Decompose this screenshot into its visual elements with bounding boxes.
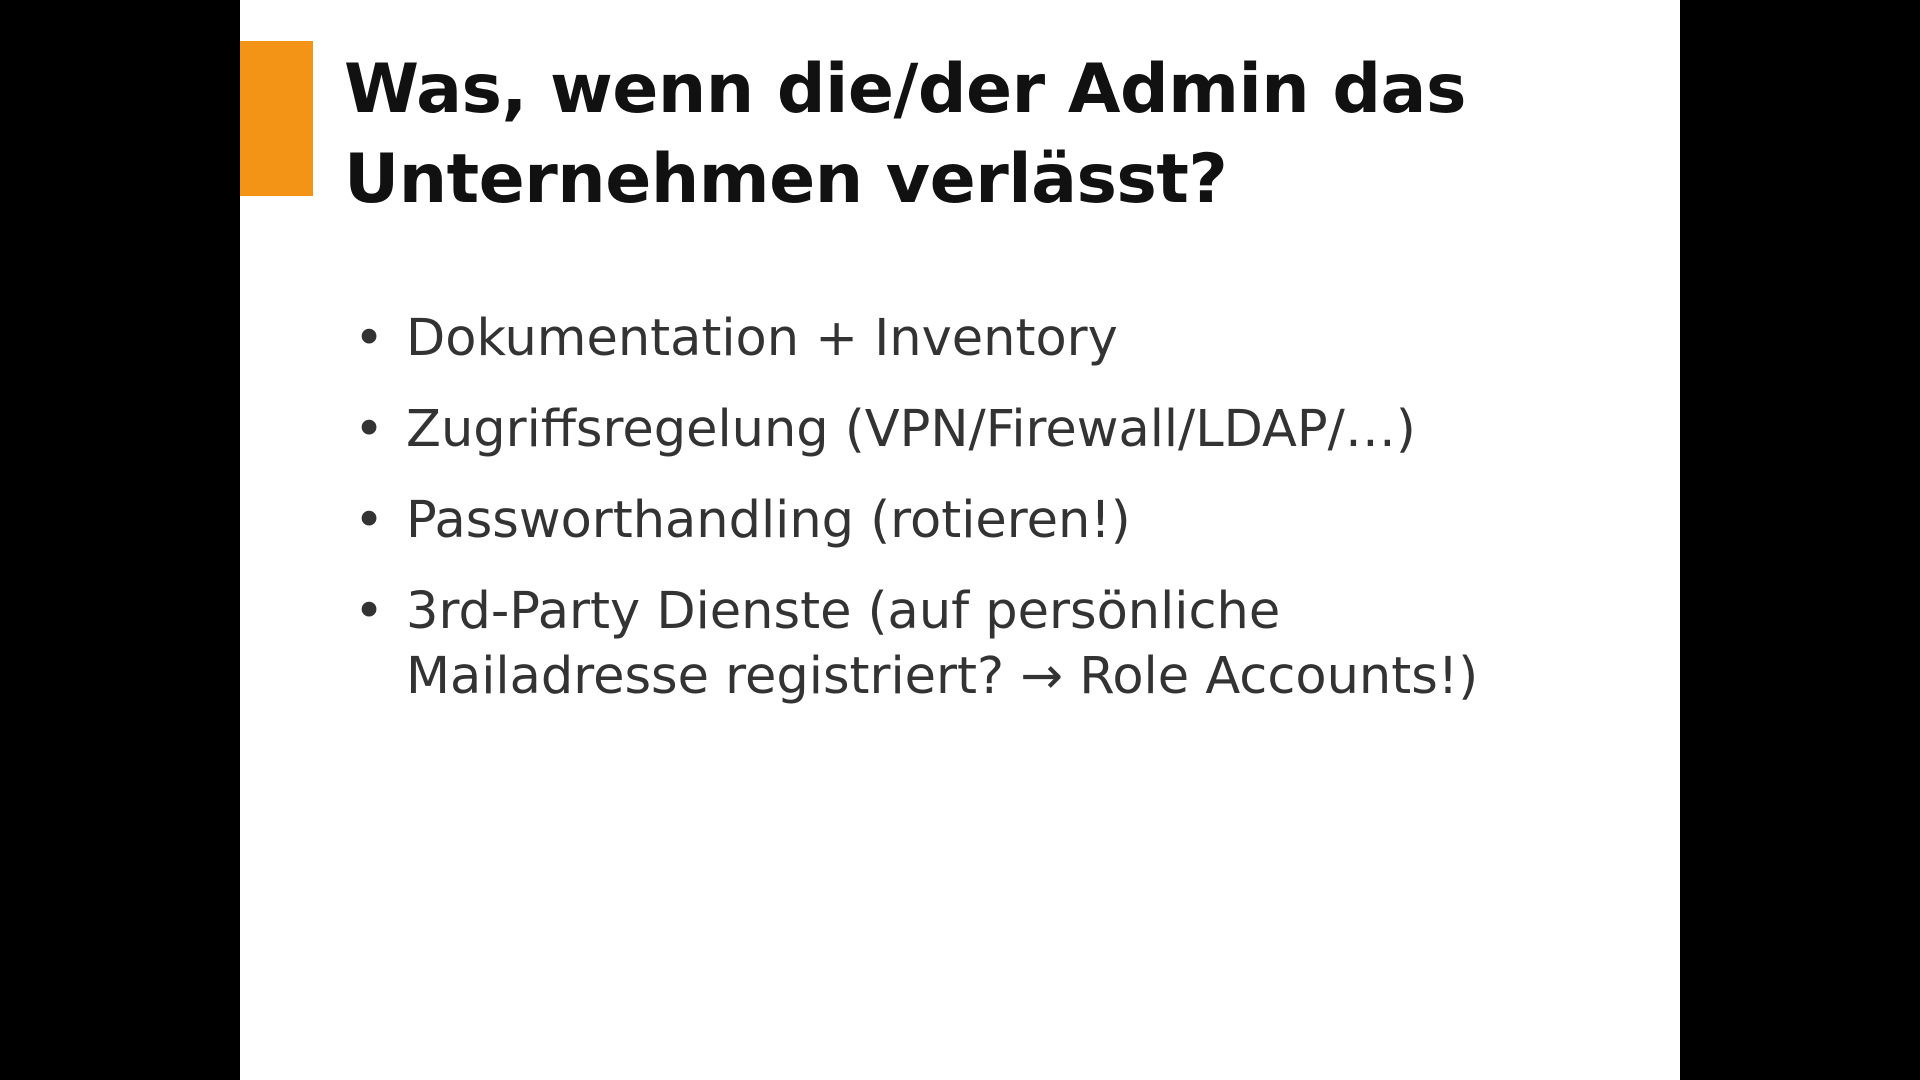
bullet-text: Zugriffsregelung (VPN/Firewall/LDAP/…) <box>406 397 1654 462</box>
bullet-item-password-handling: • Passworthandling (rotieren!) <box>354 488 1654 553</box>
bullet-dot-icon: • <box>354 491 385 550</box>
bullet-text: Dokumentation + Inventory <box>406 306 1654 371</box>
bullet-text: Passworthandling (rotieren!) <box>406 488 1654 553</box>
video-frame: Was, wenn die/der Admin das Unternehmen … <box>0 0 1920 1080</box>
bullet-item-documentation: • Dokumentation + Inventory <box>354 306 1654 371</box>
bullet-item-third-party-services: • 3rd-Party Dienste (auf persönliche Mai… <box>354 579 1654 709</box>
bullet-dot-icon: • <box>354 400 385 459</box>
accent-bar <box>240 41 313 196</box>
bullet-text-line: 3rd-Party Dienste (auf persönliche <box>406 582 1281 641</box>
bullet-text-line: Passworthandling (rotieren!) <box>406 491 1131 550</box>
slide-title: Was, wenn die/der Admin das Unternehmen … <box>344 45 1624 225</box>
bullet-text-line: Mailadresse registriert? → Role Accounts… <box>406 647 1479 706</box>
bullet-text-line: Zugriffsregelung (VPN/Firewall/LDAP/…) <box>406 400 1416 459</box>
slide-title-line-1: Was, wenn die/der Admin das <box>344 50 1466 129</box>
bullet-item-access-control: • Zugriffsregelung (VPN/Firewall/LDAP/…) <box>354 397 1654 462</box>
bullet-text: 3rd-Party Dienste (auf persönliche Maila… <box>406 579 1654 709</box>
slide-title-line-2: Unternehmen verlässt? <box>344 140 1228 219</box>
bullet-list: • Dokumentation + Inventory • Zugriffsre… <box>354 306 1654 735</box>
presentation-slide: Was, wenn die/der Admin das Unternehmen … <box>240 0 1680 1080</box>
bullet-text-line: Dokumentation + Inventory <box>406 309 1118 368</box>
bullet-dot-icon: • <box>354 582 385 641</box>
bullet-dot-icon: • <box>354 309 385 368</box>
